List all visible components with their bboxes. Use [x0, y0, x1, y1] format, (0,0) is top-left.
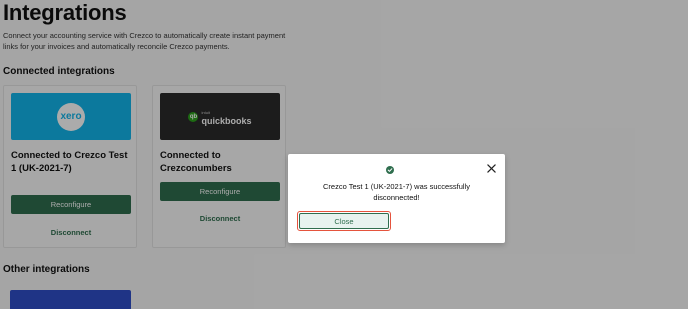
check-circle-icon — [386, 166, 394, 174]
disconnect-success-dialog: Crezco Test 1 (UK-2021-7) was successful… — [288, 154, 505, 243]
dialog-message: Crezco Test 1 (UK-2021-7) was successful… — [323, 182, 470, 202]
close-button-label: Close — [299, 213, 389, 229]
close-icon[interactable] — [486, 163, 496, 173]
close-button[interactable]: Close — [297, 211, 391, 231]
